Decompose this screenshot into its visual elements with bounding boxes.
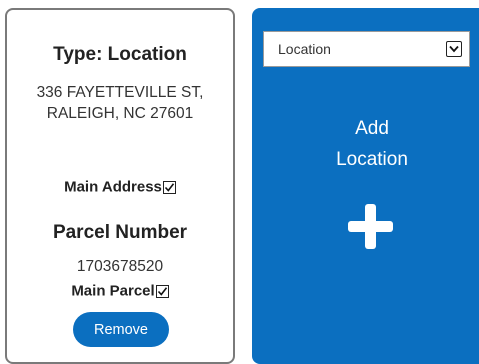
address-line-1: 336 FAYETTEVILLE ST, xyxy=(36,84,204,101)
main-address-row: Main Address xyxy=(7,178,233,196)
address-text: 336 FAYETTEVILLE ST, RALEIGH, NC 27601 xyxy=(7,82,233,124)
location-card: Type: Location 336 FAYETTEVILLE ST, RALE… xyxy=(5,8,235,364)
checkmark-icon xyxy=(157,286,167,296)
remove-button[interactable]: Remove xyxy=(73,312,169,347)
main-parcel-label: Main Parcel xyxy=(71,282,155,300)
type-select[interactable]: Location xyxy=(263,31,470,67)
checkmark-icon xyxy=(164,182,175,192)
main-address-label: Main Address xyxy=(64,178,162,196)
add-location-label[interactable]: Add Location xyxy=(252,113,479,175)
plus-icon[interactable] xyxy=(348,204,393,249)
type-select-value: Location xyxy=(278,41,331,57)
main-address-checkbox[interactable] xyxy=(162,180,176,194)
main-parcel-checkbox[interactable] xyxy=(155,284,169,298)
main-parcel-row: Main Parcel xyxy=(7,282,233,300)
add-label-line-2: Location xyxy=(336,149,408,170)
parcel-heading: Parcel Number xyxy=(52,222,188,243)
add-label-line-1: Add xyxy=(355,118,389,139)
address-line-2: RALEIGH, NC 27601 xyxy=(46,105,194,122)
card-type-heading: Type: Location xyxy=(53,44,187,65)
add-location-panel[interactable]: Location Add Location xyxy=(252,8,479,364)
parcel-number: 1703678520 xyxy=(76,258,164,275)
chevron-down-icon[interactable] xyxy=(446,41,462,57)
